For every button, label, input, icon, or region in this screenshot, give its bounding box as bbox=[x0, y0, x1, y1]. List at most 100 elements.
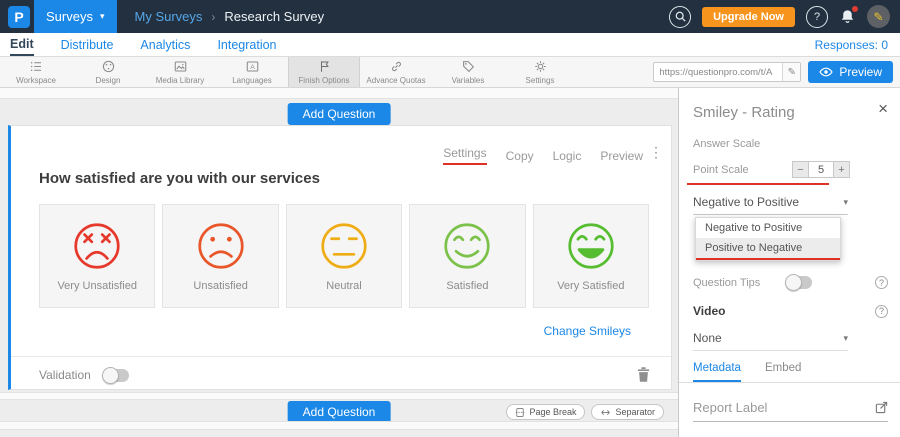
toolbar-item-design[interactable]: Design bbox=[72, 57, 144, 87]
smiley-option-satisfied[interactable]: Satisfied bbox=[409, 204, 525, 308]
questionpro-logo: P bbox=[8, 6, 30, 28]
toolbar-label: Variables bbox=[452, 76, 485, 85]
notifications-button[interactable] bbox=[839, 8, 856, 25]
pencil-icon: ✎ bbox=[788, 67, 796, 78]
smiley-very-unsatisfied-icon bbox=[72, 221, 122, 271]
tab-embed[interactable]: Embed bbox=[765, 362, 801, 382]
panel-tabs: Metadata Embed bbox=[679, 362, 900, 383]
smiley-neutral-icon bbox=[319, 221, 369, 271]
toolbar-item-workspace[interactable]: Workspace bbox=[0, 57, 72, 87]
question-action-copy[interactable]: Copy bbox=[506, 149, 534, 163]
chevron-down-icon: ▾ bbox=[100, 11, 105, 22]
decrement-button[interactable]: − bbox=[792, 161, 809, 178]
scale-direction-select[interactable]: Negative to Positive ▾ bbox=[693, 195, 848, 215]
toolbar-item-advance-quotas[interactable]: Advance Quotas bbox=[360, 57, 432, 87]
toolbar-item-variables[interactable]: Variables bbox=[432, 57, 504, 87]
question-title[interactable]: How satisfied are you with our services bbox=[39, 170, 320, 187]
divider-strip bbox=[0, 421, 678, 430]
validation-toggle[interactable] bbox=[103, 369, 129, 382]
smiley-very-satisfied-icon bbox=[566, 221, 616, 271]
breadcrumb: My Surveys › Research Survey bbox=[135, 9, 325, 24]
toolbar-label: Media Library bbox=[156, 76, 204, 85]
tab-analytics[interactable]: Analytics bbox=[140, 33, 190, 56]
preview-label: Preview bbox=[839, 65, 882, 79]
logo-letter: P bbox=[14, 9, 23, 25]
help-icon[interactable]: ? bbox=[875, 305, 888, 318]
url-edit-button[interactable]: ✎ bbox=[782, 63, 800, 81]
question-more-menu[interactable]: ⋮ bbox=[649, 144, 663, 161]
smiley-option-unsatisfied[interactable]: Unsatisfied bbox=[162, 204, 278, 308]
question-tips-toggle[interactable] bbox=[786, 276, 812, 289]
tab-distribute[interactable]: Distribute bbox=[61, 33, 114, 56]
close-panel-button[interactable]: × bbox=[878, 100, 888, 117]
toolbar-item-settings[interactable]: Settings bbox=[504, 57, 576, 87]
annotation-underline bbox=[687, 183, 829, 185]
divider-strip bbox=[0, 392, 678, 400]
search-button[interactable] bbox=[669, 6, 691, 28]
separator-icon bbox=[600, 408, 611, 417]
question-action-preview[interactable]: Preview bbox=[600, 149, 643, 163]
trash-icon bbox=[636, 366, 651, 383]
delete-question-button[interactable] bbox=[636, 366, 651, 383]
panel-title: Smiley - Rating bbox=[693, 104, 795, 121]
page-break-button[interactable]: Page Break bbox=[506, 404, 585, 420]
breadcrumb-current: Research Survey bbox=[224, 9, 324, 24]
preview-button[interactable]: Preview bbox=[808, 61, 893, 83]
video-label: Video bbox=[693, 304, 725, 318]
finish-options-icon bbox=[317, 59, 332, 74]
workspace-icon bbox=[29, 59, 44, 74]
help-button[interactable]: ? bbox=[806, 6, 828, 28]
smiley-option-neutral[interactable]: Neutral bbox=[286, 204, 402, 308]
notification-badge bbox=[851, 5, 859, 13]
increment-button[interactable]: + bbox=[833, 161, 850, 178]
video-select-value: None bbox=[693, 331, 722, 345]
avatar[interactable]: ✎ bbox=[867, 5, 890, 28]
separator-label: Separator bbox=[615, 407, 655, 417]
smiley-option-very-unsatisfied[interactable]: Very Unsatisfied bbox=[39, 204, 155, 308]
question-action-logic[interactable]: Logic bbox=[553, 149, 582, 163]
surveys-product-button[interactable]: Surveys ▾ bbox=[34, 0, 117, 33]
smiley-option-very-satisfied[interactable]: Very Satisfied bbox=[533, 204, 649, 308]
page-break-icon bbox=[515, 407, 525, 418]
variables-icon bbox=[461, 59, 476, 74]
edit-toolbar: Workspace Design Media Library A Languag… bbox=[0, 57, 900, 88]
report-label-field[interactable]: Report Label bbox=[693, 400, 888, 422]
survey-canvas: Add Question Settings Copy Logic Preview… bbox=[0, 88, 678, 437]
tab-integration[interactable]: Integration bbox=[217, 33, 276, 56]
question-card: Settings Copy Logic Preview ⋮ How satisf… bbox=[8, 125, 672, 390]
survey-url-box: ✎ bbox=[653, 62, 801, 82]
toolbar-item-finish-options[interactable]: Finish Options bbox=[288, 57, 360, 87]
upgrade-now-button[interactable]: Upgrade Now bbox=[702, 7, 795, 27]
toolbar-item-media-library[interactable]: Media Library bbox=[144, 57, 216, 87]
toolbar-item-languages[interactable]: A Languages bbox=[216, 57, 288, 87]
separator-button[interactable]: Separator bbox=[591, 404, 664, 420]
pencil-icon: ✎ bbox=[873, 10, 883, 24]
menu-item-positive-to-negative[interactable]: Positive to Negative bbox=[696, 238, 840, 260]
svg-text:A: A bbox=[250, 64, 255, 71]
breadcrumb-my-surveys[interactable]: My Surveys bbox=[135, 9, 203, 24]
question-action-settings[interactable]: Settings bbox=[443, 146, 486, 165]
toolbar-right: ✎ Preview bbox=[653, 57, 893, 87]
toolbar-label: Settings bbox=[526, 76, 555, 85]
validation-label: Validation bbox=[39, 368, 91, 382]
add-question-button-top[interactable]: Add Question bbox=[288, 103, 391, 125]
tab-edit[interactable]: Edit bbox=[10, 33, 34, 56]
nav-tabs: Edit Distribute Analytics Integration bbox=[10, 33, 277, 56]
change-smileys-link[interactable]: Change Smileys bbox=[544, 324, 631, 338]
add-question-button-bottom[interactable]: Add Question bbox=[288, 401, 391, 423]
languages-icon: A bbox=[245, 59, 260, 74]
chevron-down-icon: ▾ bbox=[843, 333, 848, 344]
help-icon: ? bbox=[814, 11, 820, 23]
survey-url-input[interactable] bbox=[654, 67, 782, 78]
toolbar-label: Advance Quotas bbox=[366, 76, 425, 85]
close-icon: × bbox=[878, 99, 888, 118]
top-bar: P Surveys ▾ My Surveys › Research Survey… bbox=[0, 0, 900, 33]
help-icon[interactable]: ? bbox=[875, 276, 888, 289]
responses-count[interactable]: Responses: 0 bbox=[815, 38, 888, 52]
video-select[interactable]: None ▾ bbox=[693, 331, 848, 351]
topbar-actions: Upgrade Now ? ✎ bbox=[669, 5, 890, 28]
tab-metadata[interactable]: Metadata bbox=[693, 362, 741, 382]
menu-item-negative-to-positive[interactable]: Negative to Positive bbox=[696, 218, 840, 238]
question-tips-row: Question Tips ? bbox=[693, 276, 888, 289]
eye-icon bbox=[819, 67, 833, 77]
